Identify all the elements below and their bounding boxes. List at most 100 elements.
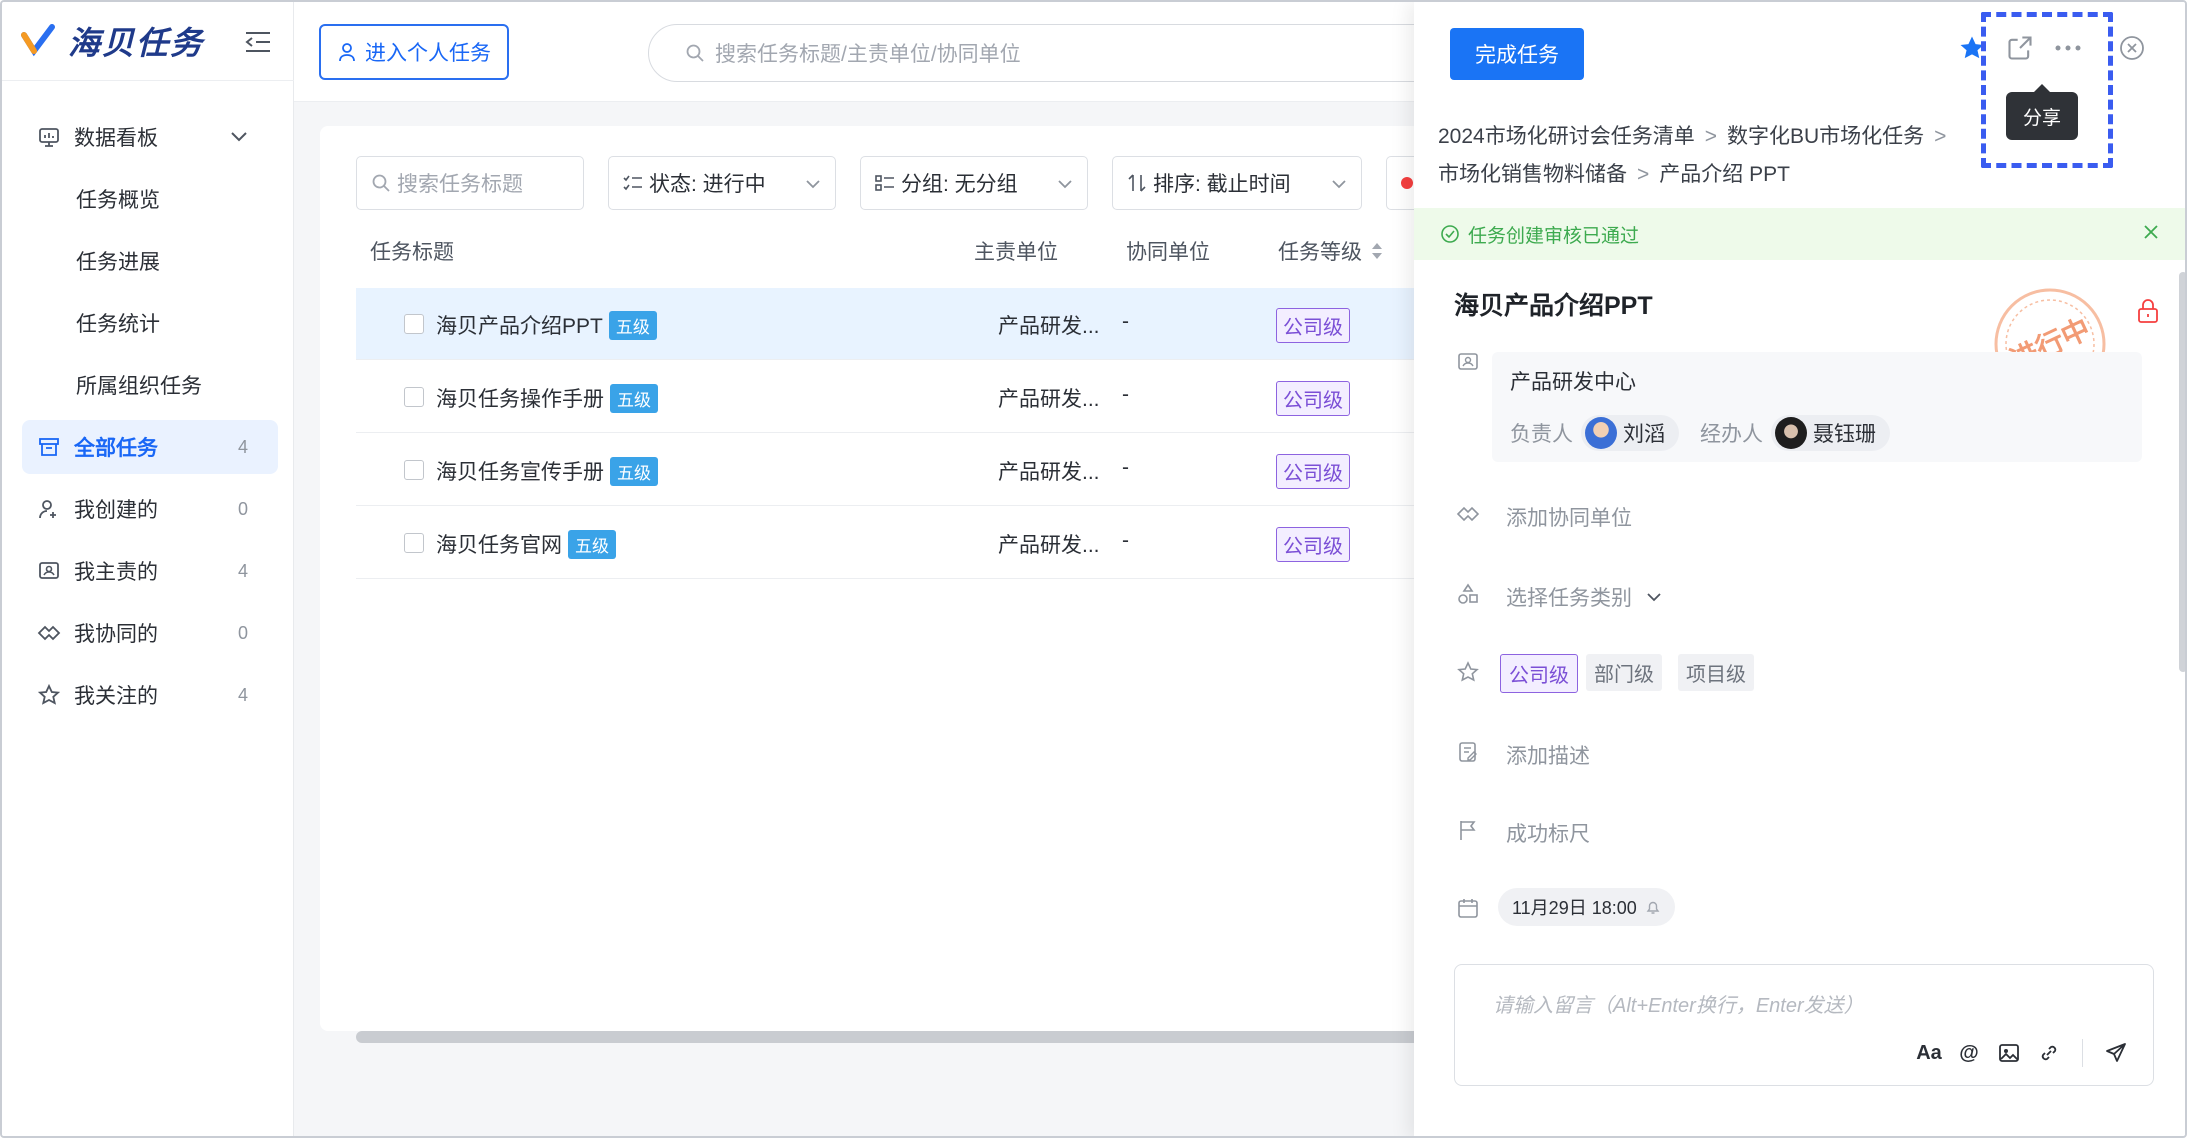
table-row[interactable]: 海贝任务官网 五级 产品研发... - 公司级 [356,507,1420,579]
column-header-grade[interactable]: 任务等级 [1278,236,1384,266]
sidebar-item-statistics[interactable]: 任务统计 [22,296,278,350]
check-circle-icon [1441,225,1459,243]
unit-cell: 产品研发... [998,315,1100,338]
collapse-sidebar-icon[interactable] [242,26,274,58]
sort-icon [1128,174,1146,192]
lock-icon[interactable] [2136,298,2160,329]
level-badge: 五级 [610,456,658,486]
handler[interactable]: 经办人 聂钰珊 [1700,414,1890,452]
avatar [1585,417,1617,449]
sidebar-item-responsible[interactable]: 我主责的 4 [22,544,278,598]
table-row[interactable]: 海贝产品介绍PPT 五级 产品研发... - 公司级 [356,288,1420,360]
sidebar-item-label: 所属组织任务 [76,375,202,398]
status-filter-dropdown[interactable]: 状态: 进行中 [608,156,836,210]
bell-icon[interactable] [1645,899,1661,915]
level-badge: 五级 [608,310,657,340]
avatar [1775,417,1807,449]
level-option-company[interactable]: 公司级 [1500,654,1578,693]
grade-tag: 公司级 [1276,381,1350,416]
row-checkbox[interactable] [404,314,424,334]
column-header-title[interactable]: 任务标题 [370,236,454,266]
count-badge: 0 [237,622,248,643]
search-icon [686,44,704,62]
image-icon[interactable] [1996,1040,2022,1066]
search-icon [372,174,390,192]
comment-input[interactable]: 请输入留言（Alt+Enter换行，Enter发送） Aa @ [1454,964,2154,1086]
font-format-icon[interactable]: Aa [1916,1040,1942,1066]
group-filter-dropdown[interactable]: 分组: 无分组 [860,156,1088,210]
owner-name: 刘滔 [1623,423,1665,446]
breadcrumb-item[interactable]: 市场化销售物料储备 [1438,163,1627,186]
due-date-pill[interactable]: 11月29日 18:00 [1498,888,1675,926]
select-category-dropdown[interactable]: 选择任务类别 [1506,582,1662,612]
filter-label: 分组: 无分组 [901,173,1018,196]
count-badge: 4 [237,436,248,457]
level-option-department[interactable]: 部门级 [1586,654,1662,691]
success-ruler-button[interactable]: 成功标尺 [1506,818,1590,848]
level-option-project[interactable]: 项目级 [1678,654,1754,691]
grade-tag: 公司级 [1276,308,1350,343]
sidebar-item-label: 我创建的 [74,499,158,522]
count-badge: 4 [237,560,248,581]
task-search-input[interactable]: 搜索任务标题 [356,156,584,210]
sort-dropdown[interactable]: 排序: 截止时间 [1112,156,1362,210]
flag-icon [1454,816,1482,844]
dropdown-label: 选择任务类别 [1506,587,1632,610]
breadcrumb-item[interactable]: 2024市场化研讨会任务清单 [1438,125,1695,148]
more-icon[interactable] [2050,30,2086,66]
star-icon [1454,658,1482,686]
filter-label: 状态: 进行中 [649,173,766,196]
breadcrumb-item[interactable]: 数字化BU市场化任务 [1727,125,1924,148]
link-icon[interactable] [2036,1040,2062,1066]
table-row[interactable]: 海贝任务宣传手册 五级 产品研发... - 公司级 [356,434,1420,506]
chevron-down-icon [230,125,248,149]
chevron-down-icon [805,171,821,195]
sidebar-item-following[interactable]: 我关注的 4 [22,668,278,722]
sidebar: 海贝任务 数据看板 任务概览 任务进展 任务统计 所属组织任务 全部任务 4 我… [2,2,294,1136]
row-checkbox[interactable] [404,387,424,407]
sidebar-item-progress[interactable]: 任务进展 [22,234,278,288]
sidebar-item-collaborating[interactable]: 我协同的 0 [22,606,278,660]
app-window: 海贝任务 数据看板 任务概览 任务进展 任务统计 所属组织任务 全部任务 4 我… [0,0,2187,1138]
sidebar-item-created[interactable]: 我创建的 0 [22,482,278,536]
sidebar-item-org-tasks[interactable]: 所属组织任务 [22,358,278,412]
role-label: 经办人 [1700,423,1763,446]
column-header-co[interactable]: 协同单位 [1126,236,1210,266]
app-name: 海贝任务 [68,25,205,61]
send-icon[interactable] [2103,1040,2129,1066]
sort-toggle-icon[interactable] [1370,241,1384,261]
sidebar-item-dashboard[interactable]: 数据看板 [22,110,278,164]
horizontal-scrollbar[interactable] [356,1031,1420,1043]
row-checkbox[interactable] [404,460,424,480]
share-icon[interactable] [2002,30,2038,66]
table-row[interactable]: 海贝任务操作手册 五级 产品研发... - 公司级 [356,361,1420,433]
task-title[interactable]: 海贝产品介绍PPT [1454,286,1653,322]
breadcrumb-separator: > [1637,163,1650,186]
star-filled-icon[interactable] [1954,30,1990,66]
responsible-unit-card[interactable]: 产品研发中心 负责人 刘滔 经办人 聂钰珊 [1492,352,2142,462]
header-label: 任务等级 [1278,241,1362,264]
row-checkbox[interactable] [404,533,424,553]
user-icon [339,43,355,62]
sidebar-item-label: 任务统计 [76,313,160,336]
task-detail-drawer: 完成任务 分享 2024市场化研讨会任务清单 > 数字化BU市场化任务 > 市场化销售… [1414,2,2185,1136]
global-search-input[interactable]: 搜索任务标题/主责单位/协同单位 [648,24,1448,82]
column-header-unit[interactable]: 主责单位 [974,236,1058,266]
task-title: 海贝任务官网 [436,534,562,557]
add-description-button[interactable]: 添加描述 [1506,740,1590,770]
sidebar-item-overview[interactable]: 任务概览 [22,172,278,226]
enter-personal-tasks-button[interactable]: 进入个人任务 [319,24,509,80]
mention-icon[interactable]: @ [1956,1040,1982,1066]
add-collab-unit-button[interactable]: 添加协同单位 [1506,502,1632,532]
calendar-icon [1454,894,1482,922]
role-label: 负责人 [1510,423,1573,446]
close-icon[interactable] [2141,222,2161,248]
vertical-scrollbar[interactable] [2179,272,2185,672]
sidebar-item-all-tasks[interactable]: 全部任务 4 [22,420,278,474]
id-card-icon [36,558,62,584]
owner[interactable]: 负责人 刘滔 [1510,414,1679,452]
co-cell: - [1122,529,1129,552]
chevron-down-icon [1057,171,1073,195]
close-icon[interactable] [2114,30,2150,66]
complete-task-button[interactable]: 完成任务 [1450,28,1584,80]
